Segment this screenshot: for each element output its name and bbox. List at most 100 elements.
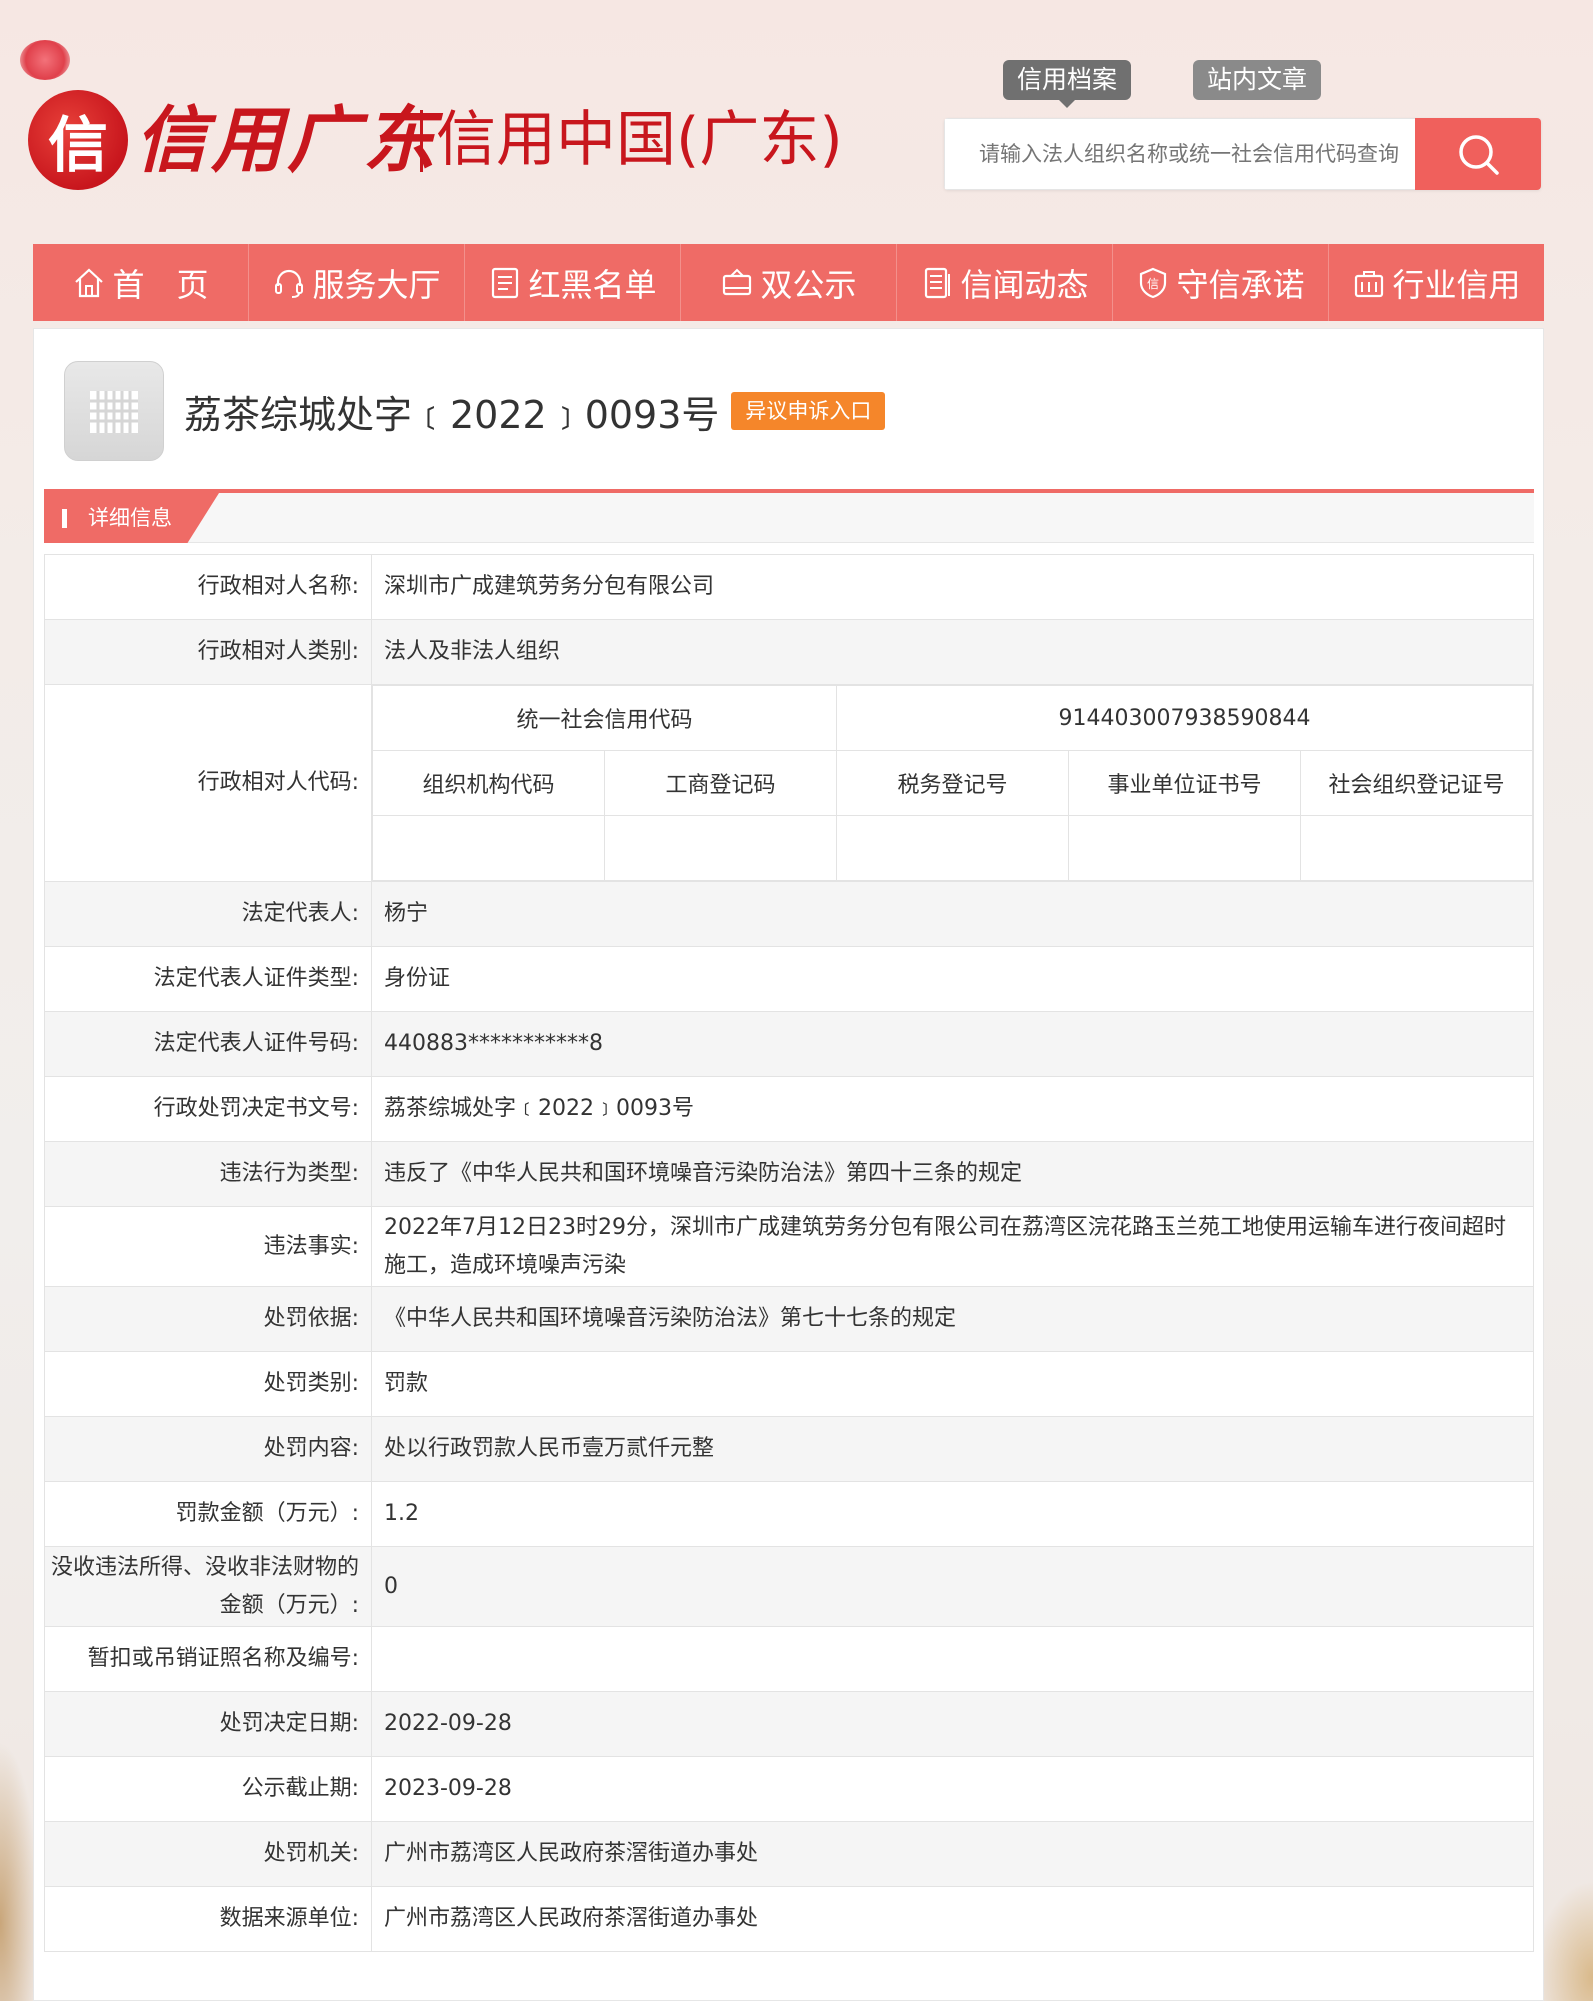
row-label: 处罚内容: <box>44 1416 372 1482</box>
svg-text:信: 信 <box>1147 277 1159 291</box>
row-value-basis: 《中华人民共和国环境噪音污染防治法》第七十七条的规定 <box>371 1286 1534 1352</box>
brand-subtitle: 信用中国(广东) <box>436 105 843 175</box>
row-label: 暂扣或吊销证照名称及编号: <box>44 1626 372 1692</box>
briefcase-icon <box>1352 266 1386 300</box>
search-button[interactable] <box>1415 118 1541 190</box>
headset-icon <box>272 266 306 300</box>
code-header: 税务登记号 <box>836 750 1069 816</box>
table-row: 法定代表人证件号码: 440883***********8 <box>44 1011 1534 1077</box>
list-icon <box>488 266 522 300</box>
tab-site-articles[interactable]: 站内文章 <box>1193 60 1322 100</box>
nav-item-service-hall[interactable]: 服务大厅 <box>249 244 465 321</box>
search-icon <box>1454 130 1502 178</box>
table-row: 违法事实: 2022年7月12日23时29分，深圳市广成建筑劳务分包有限公司在荔… <box>44 1206 1534 1287</box>
row-label: 处罚类别: <box>44 1351 372 1417</box>
news-icon <box>920 266 954 300</box>
row-label: 行政相对人代码: <box>44 684 372 882</box>
code-cell: 统一社会信用代码 914403007938590844 组织机构代码 工商登记码… <box>371 684 1534 882</box>
code-header: 工商登记码 <box>604 750 837 816</box>
table-row: 行政相对人代码: 统一社会信用代码 914403007938590844 组织机… <box>44 684 1534 882</box>
row-label: 数据来源单位: <box>44 1886 372 1952</box>
code-header: 事业单位证书号 <box>1068 750 1301 816</box>
row-value-id-type: 身份证 <box>371 946 1534 1012</box>
nav-item-red-black-list[interactable]: 红黑名单 <box>465 244 681 321</box>
row-label: 罚款金额（万元）: <box>44 1481 372 1547</box>
search-bar <box>944 118 1541 190</box>
row-value-category: 法人及非法人组织 <box>371 619 1534 685</box>
row-value-name: 深圳市广成建筑劳务分包有限公司 <box>371 554 1534 620</box>
row-value-authority: 广州市荔湾区人民政府茶滘街道办事处 <box>371 1821 1534 1887</box>
nav-label: 双公示 <box>760 265 857 304</box>
objection-appeal-button[interactable]: 异议申诉入口 <box>731 392 886 430</box>
row-label: 法定代表人: <box>44 881 372 947</box>
nav-item-industry-credit[interactable]: 行业信用 <box>1329 244 1544 321</box>
row-value-source: 广州市荔湾区人民政府茶滘街道办事处 <box>371 1886 1534 1952</box>
logo-char: 信 <box>48 110 108 181</box>
table-row: 数据来源单位: 广州市荔湾区人民政府茶滘街道办事处 <box>44 1886 1534 1952</box>
uscc-value: 914403007938590844 <box>836 685 1533 751</box>
nav-label: 守信承诺 <box>1176 265 1305 304</box>
row-value-fine: 1.2 <box>371 1481 1534 1547</box>
row-value-legal-rep: 杨宁 <box>371 881 1534 947</box>
table-row: 处罚类别: 罚款 <box>44 1351 1534 1417</box>
nav-item-double-publicity[interactable]: 双公示 <box>681 244 897 321</box>
row-label: 行政处罚决定书文号: <box>44 1076 372 1142</box>
tab-credit-archive[interactable]: 信用档案 <box>1003 60 1132 108</box>
main-nav: 首 页 服务大厅 红黑名单 双公示 信闻动态 信 守信承诺 行业信用 <box>33 244 1544 321</box>
site-logo[interactable]: 信 <box>28 90 128 190</box>
nav-item-news[interactable]: 信闻动态 <box>897 244 1113 321</box>
nav-label: 行业信用 <box>1392 265 1521 304</box>
code-value <box>836 815 1069 881</box>
code-value <box>1300 815 1533 881</box>
section-header: 详细信息 <box>44 489 1534 543</box>
flower-decoration <box>20 40 70 80</box>
row-label: 行政相对人名称: <box>44 554 372 620</box>
row-value-license <box>371 1626 1534 1692</box>
title-row: 荔茶综城处字﹝2022﹞0093号 异议申诉入口 <box>64 361 886 461</box>
row-label: 处罚依据: <box>44 1286 372 1352</box>
table-row: 处罚决定日期: 2022-09-28 <box>44 1691 1534 1757</box>
shield-icon: 信 <box>1136 266 1170 300</box>
monitor-icon <box>720 266 754 300</box>
row-label: 公示截止期: <box>44 1756 372 1822</box>
detail-panel: 荔茶综城处字﹝2022﹞0093号 异议申诉入口 详细信息 行政相对人名称: 深… <box>33 328 1544 2001</box>
brand-divider <box>420 110 423 172</box>
row-value-id-no: 440883***********8 <box>371 1011 1534 1077</box>
nav-label: 首 页 <box>112 265 209 304</box>
page-title: 荔茶综城处字﹝2022﹞0093号 <box>184 392 720 437</box>
building-icon <box>64 361 164 461</box>
nav-label: 红黑名单 <box>528 265 657 304</box>
table-row: 违法行为类型: 违反了《中华人民共和国环境噪音污染防治法》第四十三条的规定 <box>44 1141 1534 1207</box>
nav-item-home[interactable]: 首 页 <box>33 244 249 321</box>
table-row: 处罚机关: 广州市荔湾区人民政府茶滘街道办事处 <box>44 1821 1534 1887</box>
row-label: 行政相对人类别: <box>44 619 372 685</box>
row-value-penalty-content: 处以行政罚款人民币壹万贰仟元整 <box>371 1416 1534 1482</box>
uscc-label: 统一社会信用代码 <box>372 685 837 751</box>
brand-calligraphy: 信用广东 <box>135 97 440 182</box>
row-label: 法定代表人证件号码: <box>44 1011 372 1077</box>
row-value-penalty-type: 罚款 <box>371 1351 1534 1417</box>
table-row: 法定代表人证件类型: 身份证 <box>44 946 1534 1012</box>
row-value-violation-type: 违反了《中华人民共和国环境噪音污染防治法》第四十三条的规定 <box>371 1141 1534 1207</box>
section-tab-details[interactable]: 详细信息 <box>44 493 219 543</box>
search-input[interactable] <box>944 118 1415 190</box>
table-row: 罚款金额（万元）: 1.2 <box>44 1481 1534 1547</box>
code-header: 社会组织登记证号 <box>1300 750 1533 816</box>
nav-item-integrity-pledge[interactable]: 信 守信承诺 <box>1113 244 1329 321</box>
row-value-confiscation: 0 <box>371 1546 1534 1627</box>
row-value-publicity-end: 2023-09-28 <box>371 1756 1534 1822</box>
table-row: 暂扣或吊销证照名称及编号: <box>44 1626 1534 1692</box>
row-label: 没收违法所得、没收非法财物的金额（万元）: <box>44 1546 372 1627</box>
row-value-decision-date: 2022-09-28 <box>371 1691 1534 1757</box>
row-value-facts: 2022年7月12日23时29分，深圳市广成建筑劳务分包有限公司在荔湾区浣花路玉… <box>371 1206 1534 1287</box>
table-row: 处罚依据: 《中华人民共和国环境噪音污染防治法》第七十七条的规定 <box>44 1286 1534 1352</box>
table-row: 处罚内容: 处以行政罚款人民币壹万贰仟元整 <box>44 1416 1534 1482</box>
home-icon <box>72 266 106 300</box>
row-label: 违法行为类型: <box>44 1141 372 1207</box>
codes-table: 统一社会信用代码 914403007938590844 组织机构代码 工商登记码… <box>372 685 1533 881</box>
table-row: 法定代表人: 杨宁 <box>44 881 1534 947</box>
table-row: 行政相对人类别: 法人及非法人组织 <box>44 619 1534 685</box>
code-value <box>372 815 605 881</box>
site-header: 信 信用广东 信用中国(广东) 信用档案 站内文章 <box>0 0 1593 240</box>
nav-label: 服务大厅 <box>312 265 441 304</box>
